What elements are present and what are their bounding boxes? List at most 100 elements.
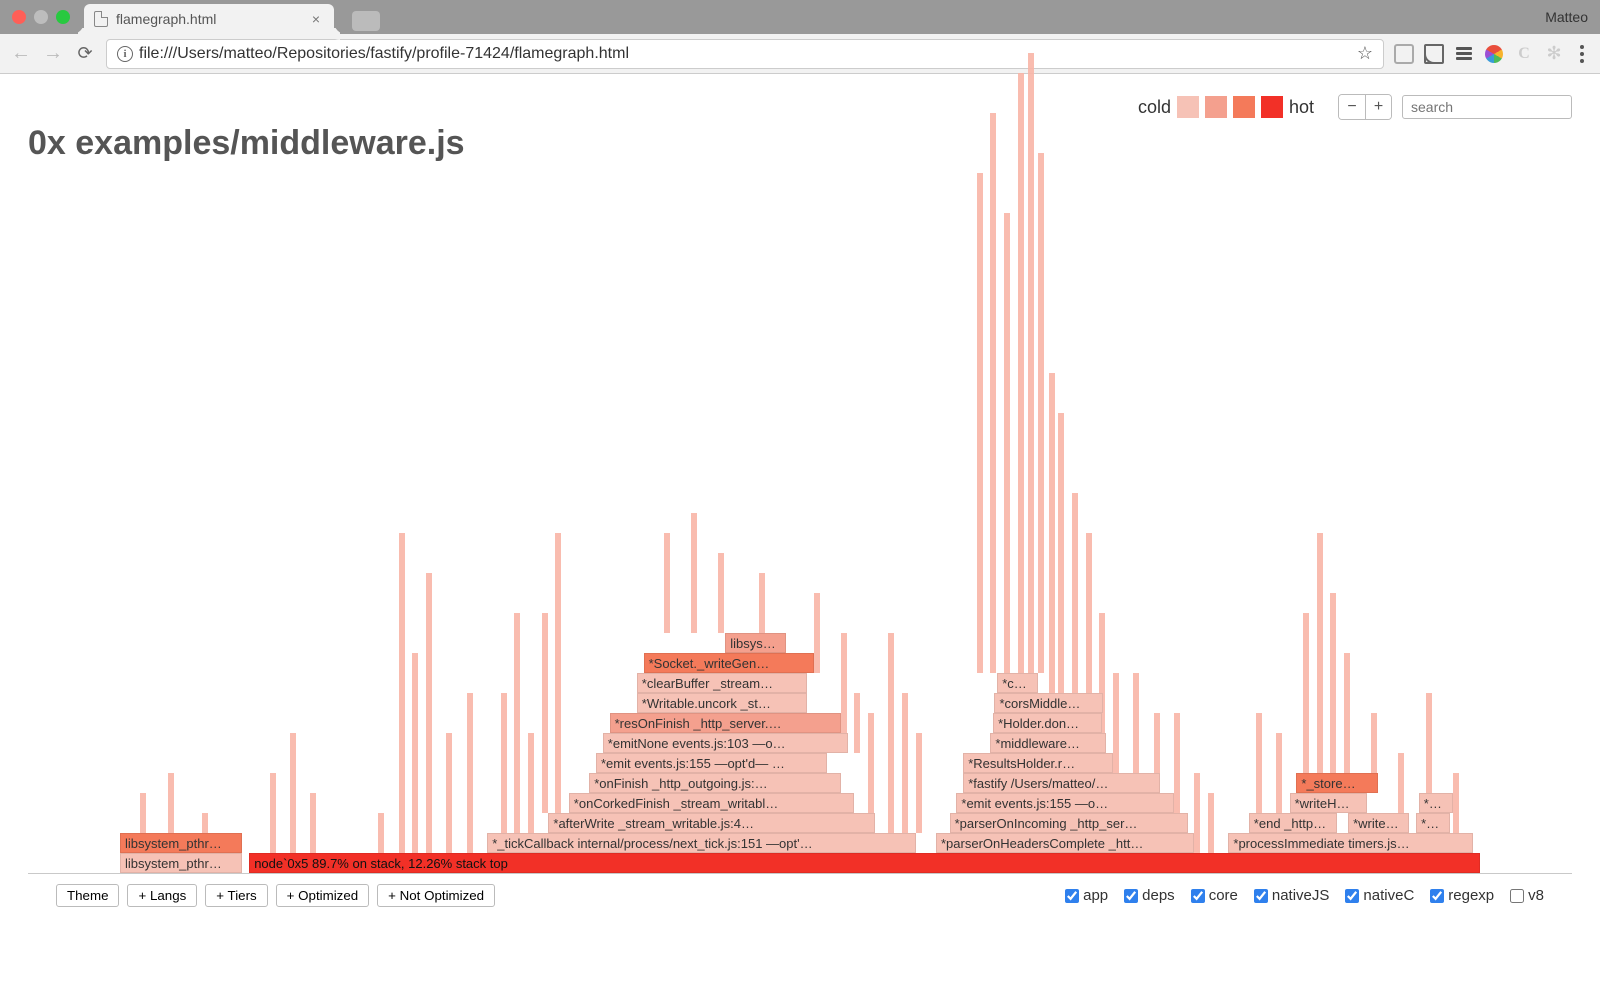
flame-frame[interactable]: *middleware… (990, 733, 1106, 753)
filter-nativejs[interactable]: nativeJS (1254, 887, 1330, 904)
flame-frame[interactable]: *writeH… (1290, 793, 1368, 813)
profile-name[interactable]: Matteo (1545, 9, 1588, 25)
flame-wisp[interactable] (1344, 653, 1350, 773)
filter-app[interactable]: app (1065, 887, 1108, 904)
tiers-button[interactable]: + Tiers (205, 884, 267, 907)
flame-wisp[interactable] (888, 633, 894, 833)
zoom-in-button[interactable]: + (1365, 95, 1391, 119)
flame-wisp[interactable] (977, 173, 983, 673)
flame-frame[interactable]: *s… (1419, 793, 1453, 813)
filter-core[interactable]: core (1191, 887, 1238, 904)
flame-wisp[interactable] (1426, 693, 1432, 793)
optimized-button[interactable]: + Optimized (276, 884, 369, 907)
flame-wisp[interactable] (412, 653, 418, 853)
flame-frame[interactable]: *corsMiddle… (994, 693, 1103, 713)
flame-wisp[interactable] (378, 813, 384, 853)
pinwheel-extension-icon[interactable] (1484, 44, 1504, 64)
flame-frame[interactable]: libsystem_pthr… (120, 833, 242, 853)
theme-button[interactable]: Theme (56, 884, 119, 907)
flame-wisp[interactable] (759, 573, 765, 633)
maximize-window-button[interactable] (56, 10, 70, 24)
bookmark-star-icon[interactable]: ☆ (1357, 43, 1373, 64)
flame-frame[interactable]: libsystem_pthr… (120, 853, 242, 873)
flame-wisp[interactable] (1113, 673, 1119, 773)
close-window-button[interactable] (12, 10, 26, 24)
flame-wisp[interactable] (1453, 773, 1459, 833)
flame-frame[interactable]: *co… (997, 673, 1038, 693)
extension-square-icon[interactable] (1394, 44, 1414, 64)
flame-frame[interactable]: *afterWrite _stream_writable.js:4… (548, 813, 874, 833)
filter-regexp[interactable]: regexp (1430, 887, 1494, 904)
flamegraph[interactable]: libsystem_pthr… node`0x5 89.7% on stack, … (120, 183, 1480, 873)
flame-wisp[interactable] (1049, 373, 1055, 693)
back-button[interactable]: ← (10, 43, 32, 65)
flame-wisp[interactable] (902, 693, 908, 833)
flame-wisp[interactable] (270, 773, 276, 853)
flame-frame[interactable]: *Socket._writeGen… (644, 653, 814, 673)
flame-frame[interactable]: *parserOnHeadersComplete _htt… (936, 833, 1194, 853)
flame-wisp[interactable] (916, 733, 922, 833)
flame-wisp[interactable] (1028, 53, 1034, 673)
flame-wisp[interactable] (542, 613, 548, 813)
minimize-window-button[interactable] (34, 10, 48, 24)
flame-frame[interactable]: *R… (1416, 813, 1450, 833)
flame-frame[interactable]: *_store… (1296, 773, 1378, 793)
c-extension-icon[interactable]: C (1514, 44, 1534, 64)
browser-menu-button[interactable] (1574, 45, 1590, 63)
flame-frame[interactable]: *Writable.uncork _st… (637, 693, 807, 713)
flame-frame[interactable]: *resOnFinish _http_server.… (610, 713, 841, 733)
flame-wisp[interactable] (555, 533, 561, 813)
flame-frame[interactable]: libsys… (725, 633, 786, 653)
site-info-icon[interactable]: i (117, 46, 133, 62)
flame-wisp[interactable] (1398, 753, 1404, 813)
flame-frame[interactable]: *onFinish _http_outgoing.js:… (589, 773, 841, 793)
flame-wisp[interactable] (1086, 533, 1092, 713)
flame-wisp[interactable] (990, 113, 996, 673)
close-tab-button[interactable]: × (308, 11, 324, 27)
snowflake-extension-icon[interactable]: ✻ (1544, 44, 1564, 64)
flame-wisp[interactable] (501, 693, 507, 833)
flame-wisp[interactable] (1256, 713, 1262, 813)
flame-frame[interactable]: *write_ _… (1348, 813, 1409, 833)
flame-wisp[interactable] (691, 513, 697, 633)
flame-wisp[interactable] (290, 733, 296, 853)
flame-frame[interactable]: *ResultsHolder.r… (963, 753, 1113, 773)
flame-wisp[interactable] (310, 793, 316, 853)
flame-wisp[interactable] (399, 533, 405, 853)
flame-frame[interactable]: *emit events.js:155 —o… (956, 793, 1174, 813)
zoom-out-button[interactable]: − (1339, 95, 1365, 119)
flame-wisp[interactable] (467, 693, 473, 853)
filter-v8[interactable]: v8 (1510, 887, 1544, 904)
flame-wisp[interactable] (1330, 593, 1336, 773)
filter-nativec[interactable]: nativeC (1345, 887, 1414, 904)
new-tab-button[interactable] (352, 11, 380, 31)
flame-wisp[interactable] (841, 633, 847, 733)
flame-wisp[interactable] (1038, 153, 1044, 673)
filter-deps[interactable]: deps (1124, 887, 1175, 904)
flame-wisp[interactable] (1058, 413, 1064, 693)
flame-frame[interactable]: *emit events.js:155 —opt'd— … (596, 753, 827, 773)
flame-wisp[interactable] (1072, 493, 1078, 713)
flame-wisp[interactable] (1276, 733, 1282, 813)
flame-frame[interactable]: *Holder.don… (993, 713, 1102, 733)
flame-frame[interactable]: node`0x5 89.7% on stack, 12.26% stack to… (249, 853, 1480, 873)
flame-frame[interactable]: *parserOnIncoming _http_ser… (950, 813, 1188, 833)
flame-wisp[interactable] (1004, 213, 1010, 673)
forward-button[interactable]: → (42, 43, 64, 65)
flame-wisp[interactable] (1018, 73, 1024, 673)
flame-frame[interactable]: *_tickCallback internal/process/next_tic… (487, 833, 915, 853)
reload-button[interactable]: ⟳ (74, 43, 96, 65)
browser-tab[interactable]: flamegraph.html × (84, 4, 334, 34)
flame-wisp[interactable] (718, 553, 724, 633)
flame-frame[interactable]: *onCorkedFinish _stream_writabl… (569, 793, 855, 813)
address-bar[interactable]: i file:///Users/matteo/Repositories/fast… (106, 39, 1384, 69)
flame-frame[interactable]: *clearBuffer _stream… (637, 673, 807, 693)
flame-frame[interactable]: *emitNone events.js:103 —o… (603, 733, 848, 753)
flame-wisp[interactable] (1194, 773, 1200, 853)
flame-wisp[interactable] (1303, 613, 1309, 773)
flame-wisp[interactable] (664, 533, 670, 633)
flame-wisp[interactable] (426, 573, 432, 853)
flame-wisp[interactable] (528, 733, 534, 833)
flame-wisp[interactable] (446, 733, 452, 853)
flame-frame[interactable]: *processImmediate timers.js… (1228, 833, 1473, 853)
